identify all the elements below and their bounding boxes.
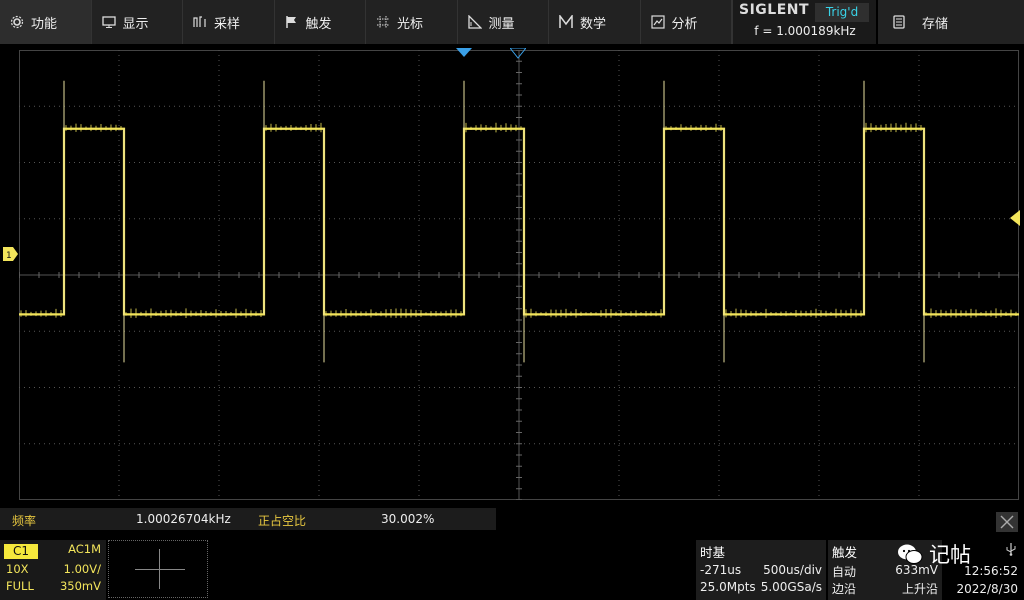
brand-status-area: SIGLENT Trig'd f = 1.000189kHz <box>732 0 876 44</box>
math-icon <box>559 15 573 29</box>
duty-cycle-value: 30.002% <box>381 512 435 526</box>
waveform-display[interactable] <box>19 50 1019 500</box>
frequency-measure-label: 频率 <box>12 514 37 528</box>
trigger-status-badge: Trig'd <box>815 3 869 22</box>
trigger-title: 触发 <box>832 545 858 560</box>
trigger-level-marker[interactable] <box>1010 210 1020 226</box>
cursor-icon <box>376 15 390 29</box>
siglent-logo: SIGLENT <box>739 2 810 18</box>
menu-acquire-label: 采样 <box>214 16 241 32</box>
memory-depth: 25.0Mpts <box>700 580 756 594</box>
trigger-slope: 上升沿 <box>901 582 938 596</box>
menu-math[interactable]: 数学 <box>549 0 641 44</box>
menu-acquire[interactable]: 采样 <box>183 0 275 44</box>
channel1-ground-marker[interactable]: 1 <box>3 247 19 261</box>
plus-icon <box>135 569 185 570</box>
sample-rate: 5.00GSa/s <box>760 580 822 594</box>
timebase-panel[interactable]: 时基 -271us 500us/div 25.0Mpts 5.00GSa/s <box>696 540 826 600</box>
wechat-icon <box>898 544 923 564</box>
clock-date: 2022/8/30 <box>956 582 1018 596</box>
menu-math-label: 数学 <box>580 16 607 32</box>
timebase-title: 时基 <box>700 545 726 560</box>
menu-bar: 功能 显示 采样 触发 光标 测量 数学 分析 <box>0 0 732 44</box>
menu-trigger-label: 触发 <box>305 16 332 32</box>
trigger-position-marker[interactable] <box>456 48 472 58</box>
channel1-scale: 1.00V/ <box>63 562 101 576</box>
menu-measure-label: 测量 <box>488 16 515 32</box>
menu-function-label: 功能 <box>31 16 58 32</box>
gear-icon <box>10 15 24 29</box>
add-channel-button[interactable] <box>108 540 208 598</box>
timebase-scale: 500us/div <box>763 563 822 577</box>
save-button-label: 存储 <box>922 16 949 32</box>
menu-trigger[interactable]: 触发 <box>275 0 366 44</box>
trigger-type: 边沿 <box>832 582 857 596</box>
svg-text:1: 1 <box>6 251 12 261</box>
menu-analysis-label: 分析 <box>671 16 698 32</box>
menu-display[interactable]: 显示 <box>92 0 183 44</box>
watermark-text: 记帖 <box>929 543 971 567</box>
timebase-delay: -271us <box>700 563 742 577</box>
usb-icon <box>1006 543 1016 556</box>
save-button[interactable]: 存储 <box>878 0 1024 44</box>
sample-icon <box>193 15 207 29</box>
monitor-icon <box>101 15 116 29</box>
flag-icon <box>285 15 299 29</box>
menu-cursors-label: 光标 <box>397 16 424 32</box>
measure-close-icon[interactable] <box>970 512 1020 532</box>
measurement-bar: 频率 1.00026704kHz 正占空比 30.002% <box>0 508 496 530</box>
trigger-frequency-readout: f = 1.000189kHz <box>754 24 856 38</box>
menu-measure[interactable]: 测量 <box>458 0 549 44</box>
channel1-probe: 10X <box>6 562 29 576</box>
menu-display-label: 显示 <box>122 16 149 32</box>
analysis-icon <box>650 15 665 29</box>
channel1-panel[interactable]: C1 AC1M 10X 1.00V/ FULL 350mV <box>0 540 106 600</box>
channel1-bandwidth: FULL <box>6 579 34 593</box>
menu-analysis[interactable]: 分析 <box>641 0 732 44</box>
horizontal-center-marker <box>510 48 526 59</box>
trigger-mode: 自动 <box>832 565 857 579</box>
save-icon <box>892 15 906 29</box>
graticule <box>19 50 1019 500</box>
ruler-icon <box>467 15 482 29</box>
menu-cursors[interactable]: 光标 <box>366 0 458 44</box>
channel1-coupling: AC1M <box>68 542 101 556</box>
channel1-offset: 350mV <box>59 579 101 593</box>
channel1-tag: C1 <box>4 544 38 559</box>
watermark: 记帖 <box>897 540 992 568</box>
frequency-measure-value: 1.00026704kHz <box>136 512 231 526</box>
menu-function[interactable]: 功能 <box>0 0 92 44</box>
duty-cycle-label: 正占空比 <box>258 514 307 528</box>
